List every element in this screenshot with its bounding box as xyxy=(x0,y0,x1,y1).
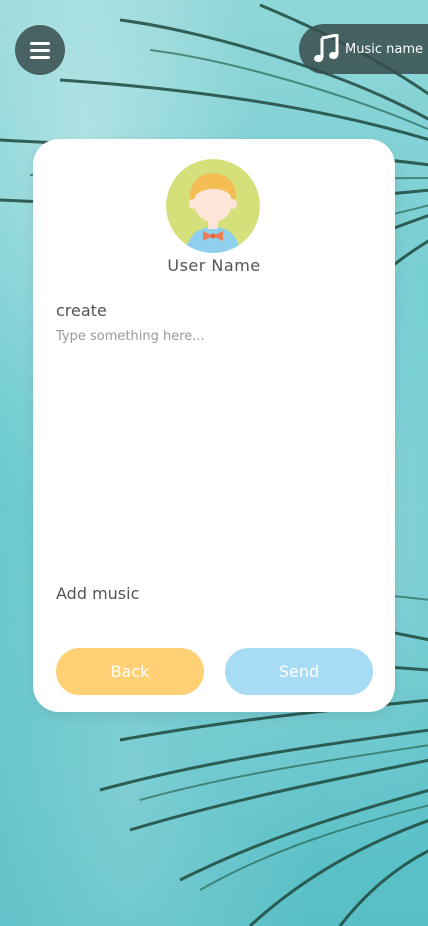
music-name: Music name xyxy=(345,41,423,57)
post-text-input[interactable] xyxy=(56,329,372,569)
back-button[interactable]: Back xyxy=(56,648,204,695)
compose-card: User Name create Add music Back Send xyxy=(33,139,395,712)
create-label: create xyxy=(56,301,107,320)
menu-button[interactable] xyxy=(15,25,65,75)
music-note-icon xyxy=(314,34,339,63)
hamburger-menu-icon xyxy=(30,41,50,59)
add-music-link[interactable]: Add music xyxy=(56,584,139,603)
send-button[interactable]: Send xyxy=(225,648,373,695)
now-playing-button[interactable]: Music name xyxy=(299,24,428,74)
user-avatar-icon[interactable] xyxy=(166,159,260,253)
user-name: User Name xyxy=(167,256,261,275)
